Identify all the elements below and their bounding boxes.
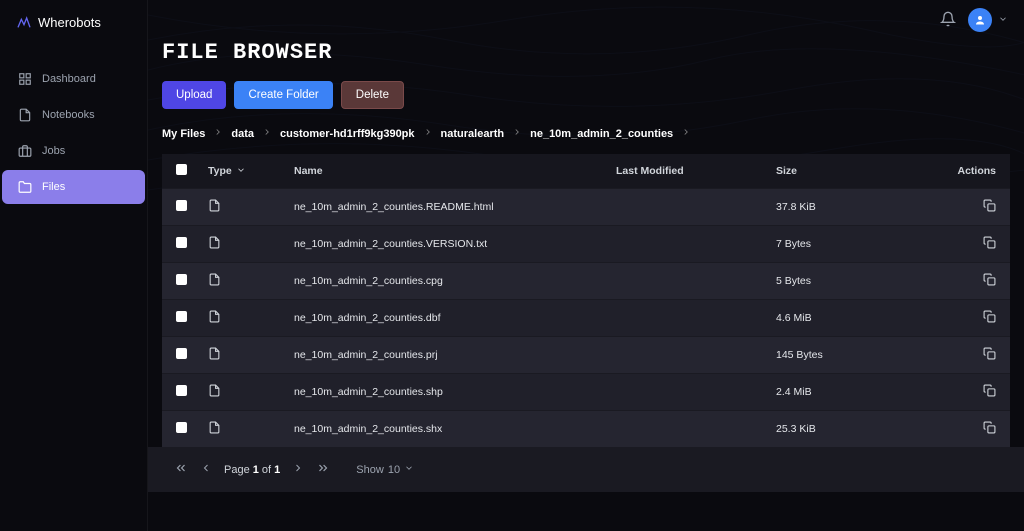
sidebar-item-jobs[interactable]: Jobs: [2, 134, 145, 168]
notebook-icon: [18, 108, 32, 122]
copy-icon[interactable]: [983, 351, 996, 363]
column-type-header[interactable]: Type: [208, 165, 294, 178]
file-name: ne_10m_admin_2_counties.dbf: [294, 312, 616, 324]
row-checkbox[interactable]: [176, 200, 187, 211]
copy-icon[interactable]: [983, 425, 996, 437]
chevron-right-icon: [262, 127, 272, 140]
sidebar-item-notebooks[interactable]: Notebooks: [2, 98, 145, 132]
notifications-icon[interactable]: [940, 11, 956, 30]
table-row[interactable]: ne_10m_admin_2_counties.prj 145 Bytes: [162, 336, 1010, 373]
breadcrumb-item[interactable]: naturalearth: [441, 128, 505, 140]
create-folder-button[interactable]: Create Folder: [234, 81, 332, 109]
prev-page-icon[interactable]: [200, 462, 212, 477]
action-bar: Upload Create Folder Delete: [162, 81, 1024, 109]
column-name-header[interactable]: Name: [294, 165, 616, 177]
file-size: 145 Bytes: [776, 349, 936, 361]
page-size-select[interactable]: Show 10: [356, 463, 414, 476]
breadcrumb-item[interactable]: customer-hd1rff9kg390pk: [280, 128, 415, 140]
table-row[interactable]: ne_10m_admin_2_counties.cpg 5 Bytes: [162, 262, 1010, 299]
file-icon: [208, 310, 221, 326]
copy-icon[interactable]: [983, 240, 996, 252]
file-size: 5 Bytes: [776, 275, 936, 287]
file-icon: [208, 421, 221, 437]
table-row[interactable]: ne_10m_admin_2_counties.VERSION.txt 7 Byt…: [162, 225, 1010, 262]
topbar: [940, 8, 1008, 32]
table-row[interactable]: ne_10m_admin_2_counties.dbf 4.6 MiB: [162, 299, 1010, 336]
brand-logo[interactable]: Wherobots: [0, 14, 147, 60]
breadcrumb-item[interactable]: data: [231, 128, 254, 140]
column-modified-header[interactable]: Last Modified: [616, 165, 776, 177]
row-checkbox[interactable]: [176, 385, 187, 396]
file-icon: [208, 384, 221, 400]
file-name: ne_10m_admin_2_counties.README.html: [294, 201, 616, 213]
breadcrumb-item[interactable]: ne_10m_admin_2_counties: [530, 128, 673, 140]
file-name: ne_10m_admin_2_counties.prj: [294, 349, 616, 361]
breadcrumb-item[interactable]: My Files: [162, 128, 205, 140]
table-header-row: Type Name Last Modified Size Actions: [162, 154, 1010, 188]
row-checkbox[interactable]: [176, 237, 187, 248]
chevron-right-icon: [213, 127, 223, 140]
pagination: Page 1 of 1 Show 10: [148, 447, 1024, 492]
last-page-icon[interactable]: [316, 461, 330, 478]
main-content: FILE BROWSER Upload Create Folder Delete…: [148, 0, 1024, 531]
row-checkbox[interactable]: [176, 422, 187, 433]
first-page-icon[interactable]: [174, 461, 188, 478]
file-icon: [208, 199, 221, 215]
chevron-right-icon: [681, 127, 691, 140]
table-row[interactable]: ne_10m_admin_2_counties.shx 25.3 KiB: [162, 410, 1010, 447]
sidebar-item-label: Dashboard: [42, 73, 96, 85]
copy-icon[interactable]: [983, 203, 996, 215]
jobs-icon: [18, 144, 32, 158]
avatar: [968, 8, 992, 32]
delete-button[interactable]: Delete: [341, 81, 404, 109]
file-icon: [208, 347, 221, 363]
chevron-down-icon: [236, 165, 246, 178]
chevron-right-icon: [423, 127, 433, 140]
copy-icon[interactable]: [983, 388, 996, 400]
file-icon: [208, 273, 221, 289]
row-checkbox[interactable]: [176, 274, 187, 285]
sidebar-item-dashboard[interactable]: Dashboard: [2, 62, 145, 96]
row-checkbox[interactable]: [176, 311, 187, 322]
dashboard-icon: [18, 72, 32, 86]
file-size: 37.8 KiB: [776, 201, 936, 213]
column-size-header[interactable]: Size: [776, 165, 936, 177]
sidebar: Wherobots Dashboard Notebooks Jobs Files: [0, 0, 148, 531]
table-row[interactable]: ne_10m_admin_2_counties.README.html 37.8 …: [162, 188, 1010, 225]
copy-icon[interactable]: [983, 314, 996, 326]
copy-icon[interactable]: [983, 277, 996, 289]
files-icon: [18, 180, 32, 194]
brand-name: Wherobots: [38, 15, 101, 30]
file-size: 4.6 MiB: [776, 312, 936, 324]
page-title: FILE BROWSER: [162, 40, 1024, 65]
column-actions-header: Actions: [936, 165, 996, 177]
row-checkbox[interactable]: [176, 348, 187, 359]
breadcrumb: My Files data customer-hd1rff9kg390pk natur…: [162, 127, 1024, 140]
chevron-down-icon: [998, 13, 1008, 27]
file-size: 2.4 MiB: [776, 386, 936, 398]
brand-icon: [16, 14, 32, 30]
chevron-down-icon: [404, 463, 414, 476]
file-icon: [208, 236, 221, 252]
upload-button[interactable]: Upload: [162, 81, 226, 109]
file-size: 7 Bytes: [776, 238, 936, 250]
file-name: ne_10m_admin_2_counties.cpg: [294, 275, 616, 287]
sidebar-item-files[interactable]: Files: [2, 170, 145, 204]
page-info: Page 1 of 1: [224, 464, 280, 476]
next-page-icon[interactable]: [292, 462, 304, 477]
file-name: ne_10m_admin_2_counties.shp: [294, 386, 616, 398]
file-table: Type Name Last Modified Size Actions ne_…: [162, 154, 1010, 447]
table-row[interactable]: ne_10m_admin_2_counties.shp 2.4 MiB: [162, 373, 1010, 410]
select-all-checkbox[interactable]: [176, 164, 187, 175]
chevron-right-icon: [512, 127, 522, 140]
sidebar-item-label: Files: [42, 181, 65, 193]
file-name: ne_10m_admin_2_counties.VERSION.txt: [294, 238, 616, 250]
file-size: 25.3 KiB: [776, 423, 936, 435]
sidebar-item-label: Jobs: [42, 145, 65, 157]
file-name: ne_10m_admin_2_counties.shx: [294, 423, 616, 435]
sidebar-item-label: Notebooks: [42, 109, 95, 121]
user-menu[interactable]: [968, 8, 1008, 32]
